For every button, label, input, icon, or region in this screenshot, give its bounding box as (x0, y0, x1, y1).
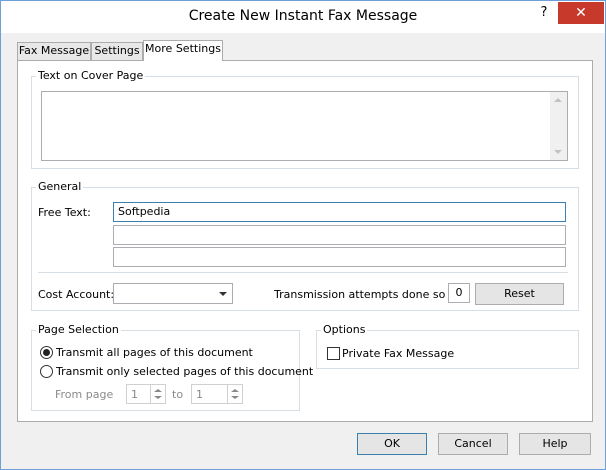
private-fax-label[interactable]: Private Fax Message (342, 347, 454, 360)
spin-up-icon (154, 389, 162, 392)
tab-more-settings[interactable]: More Settings (143, 40, 223, 61)
cost-account-label: Cost Account: (38, 288, 115, 301)
to-page-label: to (172, 388, 184, 401)
ok-button[interactable]: OK (357, 433, 427, 455)
free-text-line-2[interactable] (113, 225, 566, 245)
spin-down-icon (231, 396, 239, 399)
spin-down-icon (154, 396, 162, 399)
chevron-down-icon (219, 292, 227, 296)
options-group-label: Options (321, 323, 368, 336)
window-title: Create New Instant Fax Message (188, 8, 418, 24)
free-text-line-3[interactable] (113, 247, 566, 267)
tab-settings[interactable]: Settings (91, 42, 143, 60)
transmit-all-label[interactable]: Transmit all pages of this document (56, 346, 253, 359)
to-page-value: 1 (196, 388, 203, 401)
reset-button[interactable]: Reset (475, 283, 564, 305)
general-divider (38, 272, 568, 273)
cost-account-dropdown[interactable] (113, 283, 233, 304)
to-page-spin-buttons (227, 385, 242, 403)
general-group: General Free Text: Softpedia Cost Accoun… (31, 180, 579, 311)
fax-dialog: Create New Instant Fax Message ? ✕ Fax M… (0, 0, 606, 470)
from-page-value: 1 (131, 388, 138, 401)
transmit-selected-label[interactable]: Transmit only selected pages of this doc… (56, 365, 313, 378)
more-settings-panel: Text on Cover Page General Free Text: So… (17, 60, 593, 422)
cover-page-group-label: Text on Cover Page (36, 69, 146, 82)
tab-fax-message[interactable]: Fax Message (17, 42, 91, 60)
free-text-line-1[interactable]: Softpedia (113, 202, 566, 222)
transmit-selected-radio[interactable] (40, 365, 53, 378)
page-selection-group: Page Selection Transmit all pages of thi… (31, 323, 313, 411)
help-title-button[interactable]: ? (532, 5, 556, 23)
free-text-label: Free Text: (38, 206, 91, 219)
private-fax-checkbox[interactable] (327, 347, 340, 360)
cover-page-text-area[interactable] (41, 91, 568, 161)
cancel-button[interactable]: Cancel (438, 433, 508, 455)
attempts-count: 0 (448, 283, 470, 303)
help-button[interactable]: Help (519, 433, 591, 455)
close-button[interactable]: ✕ (558, 2, 604, 24)
scroll-down-icon[interactable] (554, 150, 562, 154)
radio-selected-dot (43, 349, 50, 356)
options-group: Options Private Fax Message (316, 323, 579, 369)
cover-page-group: Text on Cover Page (31, 69, 579, 169)
attempts-label: Transmission attempts done so far: (274, 288, 468, 301)
from-page-spin-buttons (150, 385, 165, 403)
page-selection-group-label: Page Selection (36, 323, 121, 336)
scroll-up-icon[interactable] (554, 98, 562, 102)
spin-up-icon (231, 389, 239, 392)
transmit-all-radio[interactable] (40, 346, 53, 359)
title-bar: Create New Instant Fax Message ? ✕ (1, 1, 605, 33)
cover-page-scrollbar[interactable] (550, 92, 567, 160)
from-page-label: From page (55, 388, 114, 401)
from-page-spinner: 1 (126, 384, 166, 404)
general-group-label: General (36, 180, 84, 193)
to-page-spinner: 1 (191, 384, 243, 404)
